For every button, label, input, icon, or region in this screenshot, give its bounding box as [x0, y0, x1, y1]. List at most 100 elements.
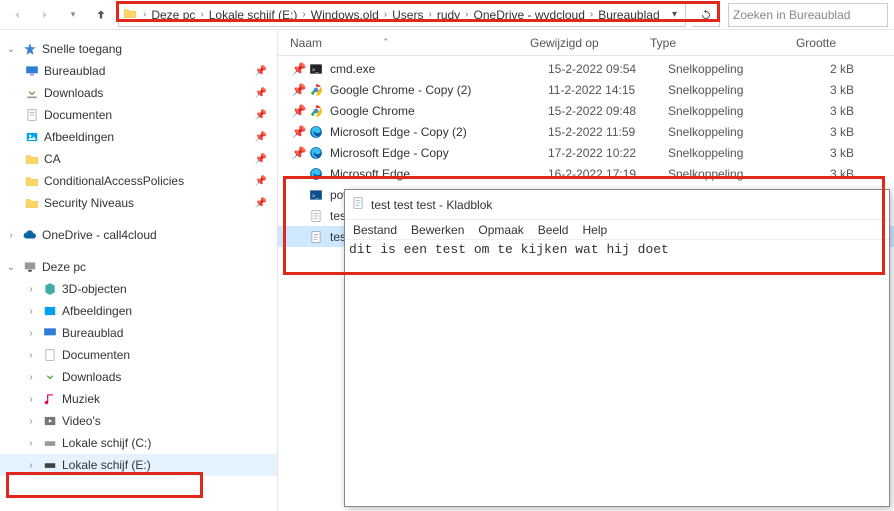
file-row[interactable]: Microsoft Edge16-2-2022 17:19Snelkoppeli…	[278, 163, 894, 184]
tree-item-ca[interactable]: CA 📌	[0, 148, 277, 170]
tree-item-pictures[interactable]: ›Afbeeldingen	[0, 300, 277, 322]
folder-icon	[24, 151, 40, 167]
pin-icon: 📌	[255, 110, 277, 121]
file-date: 15-2-2022 09:48	[548, 104, 668, 118]
tree-this-pc[interactable]: ⌄ Deze pc	[0, 256, 277, 278]
tree-item-desktop[interactable]: ›Bureaublad	[0, 322, 277, 344]
tree-item-documenten[interactable]: Documenten 📌	[0, 104, 277, 126]
pin-icon: 📌	[255, 66, 277, 77]
column-date[interactable]: Gewijzigd op	[530, 36, 650, 50]
menu-edit[interactable]: Bewerken	[411, 223, 464, 237]
music-icon	[42, 391, 58, 407]
file-row[interactable]: 📌Microsoft Edge - Copy17-2-2022 10:22Sne…	[278, 142, 894, 163]
tree-item-drive-c[interactable]: ›Lokale schijf (C:)	[0, 432, 277, 454]
cloud-icon	[22, 227, 38, 243]
column-headers: Naam⌃ Gewijzigd op Type Grootte	[278, 30, 894, 56]
pin-icon: 📌	[255, 198, 277, 209]
pin-icon: 📌	[290, 104, 308, 118]
chevron-right-icon: ›	[24, 328, 38, 339]
notepad-window[interactable]: test test test - Kladblok Bestand Bewerk…	[344, 189, 890, 507]
column-size[interactable]: Grootte	[758, 36, 848, 50]
file-date: 17-2-2022 10:22	[548, 146, 668, 160]
pin-icon: 📌	[255, 88, 277, 99]
breadcrumb: Deze pc› Lokale schijf (E:)› Windows.old…	[148, 4, 672, 26]
breadcrumb-item[interactable]: OneDrive - wvdcloud	[471, 4, 588, 26]
file-name: cmd.exe	[330, 62, 548, 76]
file-row[interactable]: 📌Google Chrome - Copy (2)11-2-2022 14:15…	[278, 79, 894, 100]
tree-item-documents[interactable]: ›Documenten	[0, 344, 277, 366]
breadcrumb-item[interactable]: Deze pc	[148, 4, 198, 26]
breadcrumb-item[interactable]: Lokale schijf (E:)	[206, 4, 301, 26]
tree-item-downloads2[interactable]: ›Downloads	[0, 366, 277, 388]
file-icon: >_	[308, 187, 324, 203]
breadcrumb-item[interactable]: Bureaublad	[595, 4, 662, 26]
breadcrumb-item[interactable]: rudy	[434, 4, 463, 26]
tree-onedrive[interactable]: › OneDrive - call4cloud	[0, 224, 277, 246]
notepad-titlebar[interactable]: test test test - Kladblok	[345, 190, 889, 220]
menu-file[interactable]: Bestand	[353, 223, 397, 237]
3d-icon	[42, 281, 58, 297]
column-name[interactable]: Naam⌃	[290, 36, 530, 50]
chevron-right-icon: ›	[463, 9, 470, 20]
file-icon	[308, 229, 324, 245]
pc-icon	[22, 259, 38, 275]
file-name: Google Chrome	[330, 104, 548, 118]
file-size: 3 kB	[776, 83, 866, 97]
tree-item-securityniveaus[interactable]: Security Niveaus 📌	[0, 192, 277, 214]
chevron-right-icon: ›	[24, 438, 38, 449]
forward-button[interactable]	[34, 4, 56, 26]
notepad-icon	[351, 196, 365, 213]
file-row[interactable]: 📌Google Chrome15-2-2022 09:48Snelkoppeli…	[278, 100, 894, 121]
tree-item-3dobjects[interactable]: ›3D-objecten	[0, 278, 277, 300]
tree-item-drive-e[interactable]: ›Lokale schijf (E:)	[0, 454, 277, 476]
tree-quick-access[interactable]: ⌄ Snelle toegang	[0, 38, 277, 60]
file-icon	[308, 145, 324, 161]
file-name: Microsoft Edge	[330, 167, 548, 181]
file-size: 3 kB	[776, 104, 866, 118]
menu-view[interactable]: Beeld	[538, 223, 569, 237]
tree-label: Lokale schijf (E:)	[62, 458, 151, 472]
search-input[interactable]: Zoeken in Bureaublad	[728, 3, 888, 27]
chevron-right-icon: ›	[426, 9, 433, 20]
tree-label: CA	[44, 152, 61, 166]
chevron-down-icon: ⌄	[4, 262, 18, 273]
tree-item-afbeeldingen[interactable]: Afbeeldingen 📌	[0, 126, 277, 148]
documents-icon	[42, 347, 58, 363]
tree-item-videos[interactable]: ›Video's	[0, 410, 277, 432]
navigation-tree: ⌄ Snelle toegang Bureaublad 📌 Downloads …	[0, 30, 278, 511]
tree-label: 3D-objecten	[62, 282, 127, 296]
file-type: Snelkoppeling	[668, 83, 776, 97]
chevron-right-icon: ›	[198, 9, 205, 20]
chevron-right-icon: ›	[300, 9, 307, 20]
address-bar[interactable]: › Deze pc› Lokale schijf (E:)› Windows.o…	[118, 3, 686, 27]
file-size: 3 kB	[776, 146, 866, 160]
tree-item-music[interactable]: ›Muziek	[0, 388, 277, 410]
file-icon: >_	[308, 61, 324, 77]
refresh-button[interactable]	[692, 3, 720, 27]
file-row[interactable]: 📌Microsoft Edge - Copy (2)15-2-2022 11:5…	[278, 121, 894, 142]
breadcrumb-item[interactable]: Windows.old	[308, 4, 382, 26]
notepad-text-area[interactable]: dit is een test om te kijken wat hij doe…	[345, 240, 889, 506]
tree-item-downloads[interactable]: Downloads 📌	[0, 82, 277, 104]
chevron-right-icon: ›	[141, 9, 148, 20]
address-dropdown[interactable]: ▾	[672, 9, 685, 20]
column-type[interactable]: Type	[650, 36, 758, 50]
tree-label: Security Niveaus	[44, 196, 134, 210]
menu-help[interactable]: Help	[582, 223, 607, 237]
tree-item-conditionalaccess[interactable]: ConditionalAccessPolicies 📌	[0, 170, 277, 192]
tree-label: Downloads	[62, 370, 121, 384]
file-row[interactable]: 📌>_cmd.exe15-2-2022 09:54Snelkoppeling2 …	[278, 58, 894, 79]
up-button[interactable]	[90, 4, 112, 26]
tree-item-bureaublad[interactable]: Bureaublad 📌	[0, 60, 277, 82]
chevron-right-icon: ›	[588, 9, 595, 20]
downloads-icon	[42, 369, 58, 385]
file-date: 15-2-2022 11:59	[548, 125, 668, 139]
back-button[interactable]	[6, 4, 28, 26]
tree-label: Documenten	[62, 348, 130, 362]
videos-icon	[42, 413, 58, 429]
tree-label: Bureaublad	[44, 64, 105, 78]
recent-dropdown[interactable]: ▾	[62, 4, 84, 26]
menu-format[interactable]: Opmaak	[478, 223, 523, 237]
breadcrumb-item[interactable]: Users	[389, 4, 426, 26]
folder-icon	[123, 6, 137, 23]
